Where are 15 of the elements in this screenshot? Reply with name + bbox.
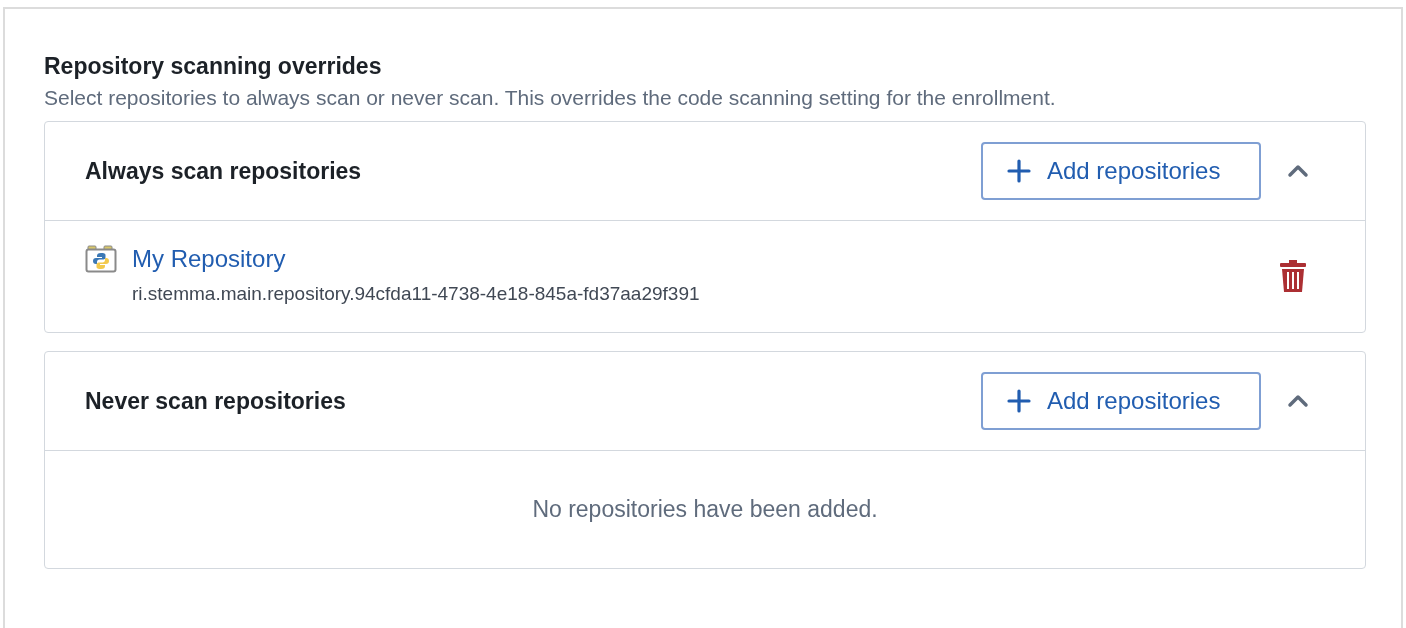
plus-icon [1007, 389, 1031, 413]
empty-state-text: No repositories have been added. [532, 495, 878, 525]
repository-link[interactable]: My Repository [132, 243, 286, 275]
plus-icon [1007, 159, 1031, 183]
add-repositories-button[interactable]: Add repositories [981, 372, 1261, 430]
trash-icon[interactable] [1279, 260, 1307, 292]
repository-icon [85, 245, 117, 273]
card-title: Never scan repositories [85, 386, 347, 416]
card-title: Always scan repositories [85, 156, 363, 186]
chevron-up-icon[interactable] [1287, 164, 1309, 178]
chevron-up-icon[interactable] [1287, 394, 1309, 408]
section-title: Repository scanning overrides [44, 52, 383, 81]
add-repositories-button[interactable]: Add repositories [981, 142, 1261, 200]
section-description: Select repositories to always scan or never scan. This overrides the code scanning setting for the enrollment. [44, 85, 1057, 111]
repository-rid: ri.stemma.main.repository.94cfda11-4738-4e18-845a-fd37aa29f391 [132, 282, 700, 306]
